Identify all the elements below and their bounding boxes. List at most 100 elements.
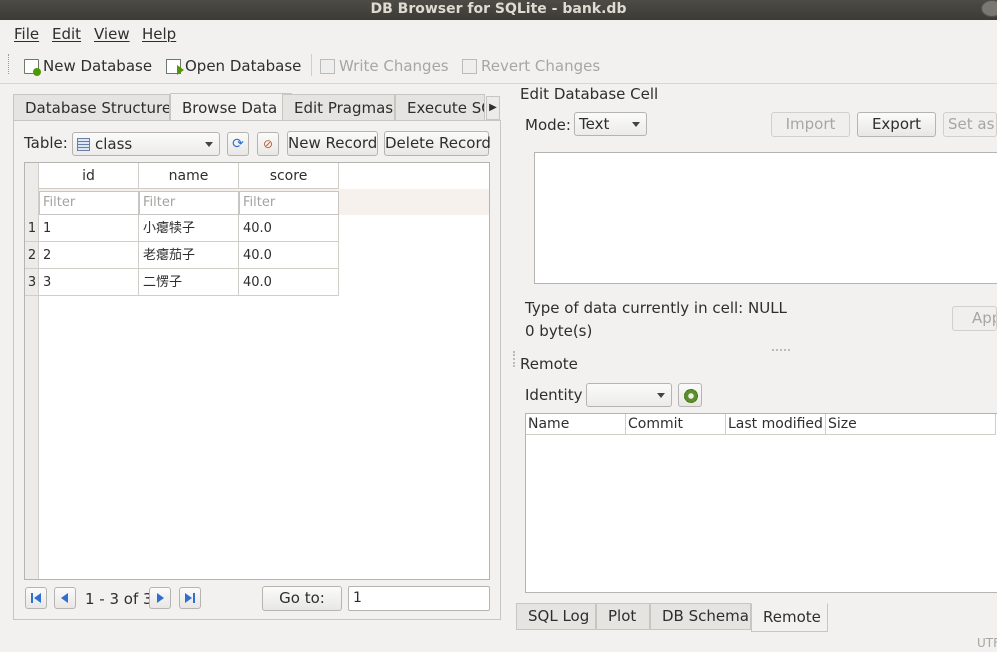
tab-remote[interactable]: Remote — [751, 603, 828, 632]
new-database-icon — [24, 58, 41, 76]
tab-sql-log[interactable]: SQL Log — [516, 603, 596, 630]
cell-id[interactable]: 1 — [39, 215, 139, 242]
menu-file[interactable]: File — [14, 25, 39, 43]
goto-input[interactable]: 1 — [348, 586, 490, 611]
revert-changes-button[interactable]: Revert Changes — [462, 55, 600, 77]
last-page-button[interactable] — [179, 587, 201, 609]
next-page-icon — [157, 593, 164, 603]
clear-filter-icon: ⊘ — [262, 137, 274, 151]
previous-page-icon — [61, 593, 68, 603]
write-changes-label: Write Changes — [339, 57, 449, 75]
mode-label: Mode: — [525, 116, 571, 134]
filter-id-input[interactable]: Filter — [39, 191, 139, 215]
cell-score[interactable]: 40.0 — [239, 242, 339, 269]
tab-scroll-right-button[interactable]: ▶ — [486, 96, 500, 120]
menu-help[interactable]: Help — [142, 25, 176, 43]
cell-type-info: Type of data currently in cell: NULL — [525, 299, 787, 317]
column-header-name[interactable]: name — [139, 163, 239, 189]
identity-label: Identity — [525, 386, 583, 404]
chevron-down-icon — [632, 122, 640, 127]
tab-db-schema[interactable]: DB Schema — [650, 603, 751, 630]
mode-select[interactable]: Text — [574, 112, 647, 136]
filter-name-input[interactable]: Filter — [139, 191, 239, 215]
tab-database-structure[interactable]: Database Structure — [13, 94, 170, 121]
first-page-button[interactable] — [25, 587, 47, 609]
cell-size-info: 0 byte(s) — [525, 322, 593, 340]
chevron-right-icon: ▶ — [489, 102, 497, 113]
apply-button[interactable]: Apply — [952, 306, 997, 331]
encoding-status: UTF-8 — [977, 636, 997, 650]
revert-changes-label: Revert Changes — [481, 57, 601, 75]
column-header-size[interactable]: Size — [826, 414, 996, 435]
cell-id[interactable]: 3 — [39, 269, 139, 296]
table-select[interactable]: class — [72, 132, 220, 156]
remote-file-list[interactable]: Name Commit Last modified Size — [525, 413, 997, 593]
toolbar-grip[interactable] — [8, 54, 11, 74]
chevron-down-icon — [205, 142, 213, 147]
row-number[interactable]: 1 — [25, 215, 39, 242]
next-page-button[interactable] — [149, 587, 171, 609]
clear-filters-button[interactable]: ⊘ — [257, 132, 279, 156]
column-header-id[interactable]: id — [39, 163, 139, 189]
new-database-button[interactable]: New Database — [24, 55, 152, 77]
identity-select[interactable] — [586, 383, 672, 407]
menu-edit[interactable]: Edit — [52, 25, 81, 43]
row-number[interactable]: 3 — [25, 269, 39, 296]
cell-score[interactable]: 40.0 — [239, 215, 339, 242]
column-header-commit[interactable]: Commit — [626, 414, 726, 435]
write-changes-button[interactable]: Write Changes — [320, 55, 449, 77]
last-page-icon — [185, 593, 192, 603]
open-database-label: Open Database — [185, 57, 302, 75]
open-database-icon — [166, 58, 184, 75]
goto-button[interactable]: Go to: — [262, 586, 342, 611]
refresh-icon: ⟳ — [232, 136, 244, 152]
dock-grip[interactable] — [513, 351, 515, 367]
main-toolbar: New Database Open Database Write Changes… — [0, 46, 997, 84]
tab-plot[interactable]: Plot — [596, 603, 650, 630]
menu-view[interactable]: View — [94, 25, 130, 43]
first-page-icon — [31, 593, 33, 603]
column-header-name[interactable]: Name — [526, 414, 626, 435]
new-database-label: New Database — [43, 57, 153, 75]
cell-name[interactable]: 老瘪茄子 — [139, 242, 239, 269]
export-button[interactable]: Export — [857, 112, 936, 137]
filter-score-input[interactable]: Filter — [239, 191, 339, 215]
open-database-button[interactable]: Open Database — [166, 55, 301, 77]
revert-changes-icon — [462, 58, 477, 74]
row-number[interactable]: 2 — [25, 242, 39, 269]
set-as-null-button[interactable]: Set as NULL — [943, 112, 997, 137]
new-record-button[interactable]: New Record — [287, 131, 378, 156]
cell-name[interactable]: 小瘪犊子 — [139, 215, 239, 242]
identity-settings-button[interactable] — [678, 383, 702, 407]
cell-score[interactable]: 40.0 — [239, 269, 339, 296]
toolbar-separator — [311, 54, 312, 76]
import-button[interactable]: Import — [771, 112, 850, 137]
delete-record-button[interactable]: Delete Record — [384, 131, 491, 156]
edit-cell-title: Edit Database Cell — [520, 85, 659, 103]
column-header-score[interactable]: score — [239, 163, 339, 189]
cell-name[interactable]: 二愣子 — [139, 269, 239, 296]
remote-title: Remote — [520, 355, 578, 373]
write-changes-icon — [320, 58, 335, 74]
table-select-value: class — [95, 135, 133, 153]
window-titlebar: DB Browser for SQLite - bank.db — [0, 0, 997, 20]
mode-select-value: Text — [579, 115, 610, 133]
refresh-button[interactable]: ⟳ — [227, 132, 249, 156]
table-label: Table: — [24, 134, 68, 152]
tab-execute-sql[interactable]: Execute SQL — [395, 94, 485, 121]
splitter-handle[interactable] — [772, 349, 790, 351]
data-grid: id name score Filter Filter Filter 1 1 小… — [24, 162, 490, 580]
previous-page-button[interactable] — [54, 587, 76, 609]
page-indicator: 1 - 3 of 3 — [85, 590, 153, 608]
menu-bar: File Edit View Help — [0, 20, 997, 46]
tab-edit-pragmas[interactable]: Edit Pragmas — [282, 94, 395, 121]
chevron-down-icon — [657, 393, 665, 398]
tab-browse-data[interactable]: Browse Data — [170, 93, 292, 121]
window-title: DB Browser for SQLite - bank.db — [370, 1, 627, 17]
cell-editor-textarea[interactable] — [534, 152, 997, 284]
column-header-last-modified[interactable]: Last modified — [726, 414, 826, 435]
filter-row: Filter Filter Filter — [39, 189, 489, 215]
window-control-button[interactable] — [981, 0, 997, 17]
cell-id[interactable]: 2 — [39, 242, 139, 269]
table-icon — [77, 138, 90, 151]
